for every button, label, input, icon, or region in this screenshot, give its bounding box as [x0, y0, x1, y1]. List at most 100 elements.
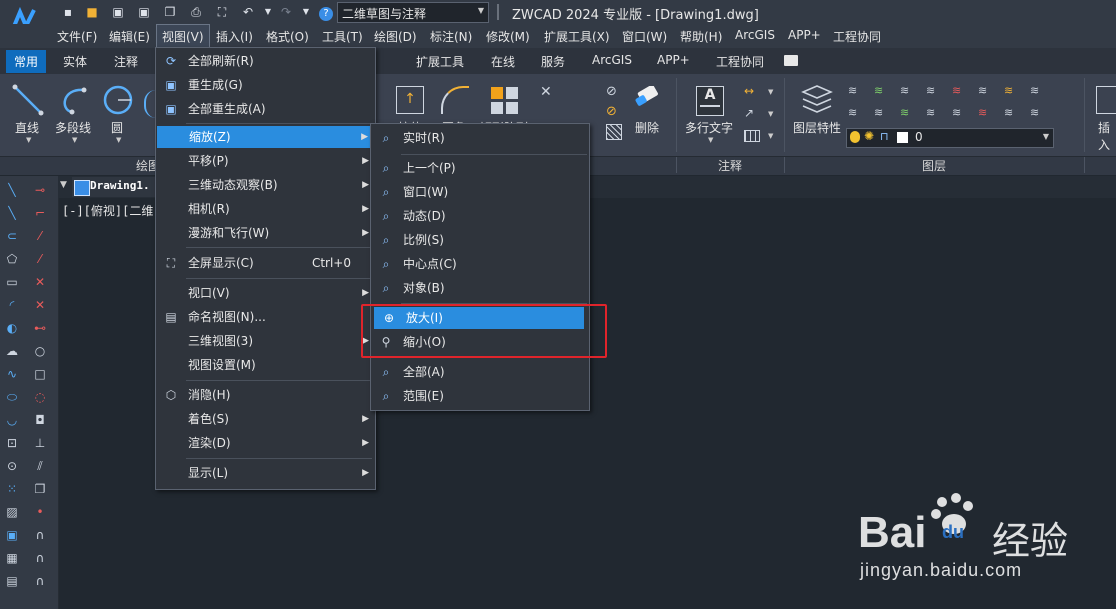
help-icon[interactable]: ? [318, 4, 334, 21]
table-icon[interactable] [744, 130, 760, 142]
polygon-icon[interactable]: ⬠ [2, 249, 22, 269]
layer-tool-icon[interactable]: ≋ [952, 84, 970, 100]
line-tool-icon[interactable] [12, 84, 44, 116]
point-icon[interactable]: ⁙ [2, 479, 22, 499]
layer-dropdown[interactable]: ✺ ⊓ 0 ▼ [846, 128, 1054, 148]
leader-icon[interactable]: ↗ [744, 106, 754, 120]
chevron-down-icon[interactable]: ▼ [298, 4, 314, 20]
layer-properties-label[interactable]: 图层特性 [793, 119, 841, 136]
polyline-button-label[interactable]: 多段线 [55, 119, 91, 136]
linear-dimension-icon[interactable]: ↔ [744, 84, 754, 98]
insert-block-icon[interactable] [1096, 86, 1116, 114]
zoom-extents[interactable]: ⌕ 范围(E) [371, 385, 589, 407]
fullscreen-icon[interactable]: ⛶ [214, 4, 230, 20]
magnet-icon[interactable]: ∩ [30, 525, 50, 545]
tab-extension[interactable]: 扩展工具 [416, 53, 464, 70]
viewport-label[interactable]: [-][俯视][二维 [62, 202, 153, 219]
view-menu-fullscreen[interactable]: ⛶ 全屏显示(C) Ctrl+0 [156, 252, 375, 274]
circle-tool-icon[interactable] [102, 84, 134, 116]
menu-file[interactable]: 文件(F) [57, 28, 97, 45]
layer-tool-icon[interactable]: ≋ [874, 84, 892, 100]
chevron-down-icon[interactable]: ▼ [768, 110, 773, 118]
revision-cloud-icon[interactable]: ☁ [2, 341, 22, 361]
view-menu-viewports[interactable]: 视口(V) ▶ [156, 282, 375, 304]
menu-help[interactable]: 帮助(H) [680, 28, 722, 45]
layer-tool-icon[interactable]: ≋ [1030, 106, 1048, 122]
chevron-down-icon[interactable]: ▼ [768, 132, 773, 140]
copy-icon[interactable]: ❐ [30, 479, 50, 499]
text-icon[interactable]: ▤ [2, 571, 22, 591]
zoom-center[interactable]: ⌕ 中心点(C) [371, 253, 589, 275]
mirror-icon[interactable]: ⊘ [606, 84, 617, 99]
rectangle-icon[interactable]: ▭ [2, 272, 22, 292]
view-menu-view-settings[interactable]: 视图设置(M) [156, 354, 375, 376]
menu-format[interactable]: 格式(O) [266, 28, 309, 45]
chevron-down-icon[interactable]: ▼ [260, 4, 276, 20]
view-menu-walk-fly[interactable]: 漫游和飞行(W) ▶ [156, 222, 375, 244]
hatch-icon[interactable] [606, 124, 622, 140]
chamfer-icon[interactable]: ◘ [30, 410, 50, 430]
view-menu-3d-views[interactable]: 三维视图(3) ▶ [156, 330, 375, 352]
mtext-icon[interactable]: A [696, 86, 724, 116]
open-folder-icon[interactable]: ■ [84, 4, 100, 20]
save-icon[interactable]: ▣ [110, 4, 126, 20]
save-as-icon[interactable]: ▣ [136, 4, 152, 20]
copy-icon[interactable]: ❐ [162, 4, 178, 20]
menu-window[interactable]: 窗口(W) [622, 28, 667, 45]
divide-icon[interactable]: ⁄ [30, 249, 50, 269]
menu-edit[interactable]: 编辑(E) [109, 28, 150, 45]
insert-block-icon[interactable]: ⊡ [2, 433, 22, 453]
hatch-icon[interactable]: ▨ [2, 502, 22, 522]
print-icon[interactable]: ⎙ [188, 4, 204, 20]
layer-tool-icon[interactable]: ≋ [952, 106, 970, 122]
view-menu-regen[interactable]: ▣ 重生成(G) [156, 74, 375, 96]
mtext-button-label[interactable]: 多行文字 [685, 119, 733, 136]
table-icon[interactable]: ▦ [2, 548, 22, 568]
stretch-tool-icon[interactable]: ↑ [396, 86, 424, 114]
erase-button-label[interactable]: 删除 [635, 119, 659, 136]
tab-solid[interactable]: 实体 [63, 53, 87, 70]
layer-tool-icon[interactable]: ≋ [900, 106, 918, 122]
make-block-icon[interactable]: ⊙ [2, 456, 22, 476]
arc-icon[interactable]: ◜ [2, 295, 22, 315]
square-icon[interactable]: □ [30, 364, 50, 384]
layer-tool-icon[interactable]: ≋ [1030, 84, 1048, 100]
polyline-tool-icon[interactable] [58, 84, 90, 116]
layer-tool-icon[interactable]: ≋ [848, 84, 866, 100]
menu-draw[interactable]: 绘图(D) [374, 28, 417, 45]
view-menu-shade[interactable]: 着色(S) ▶ [156, 408, 375, 430]
extend-icon[interactable]: ✕ [30, 295, 50, 315]
view-menu-pan[interactable]: 平移(P) ▶ [156, 150, 375, 172]
view-menu-refresh-all[interactable]: ⟳ 全部刷新(R) [156, 50, 375, 72]
chevron-down-icon[interactable]: ▼ [72, 136, 77, 144]
tab-collab[interactable]: 工程协同 [716, 53, 764, 70]
magnet-icon[interactable]: ∩ [30, 548, 50, 568]
view-menu-3d-orbit[interactable]: 三维动态观察(B) ▶ [156, 174, 375, 196]
zoom-scale[interactable]: ⌕ 比例(S) [371, 229, 589, 251]
layer-properties-icon[interactable] [800, 84, 834, 116]
zoom-realtime[interactable]: ⌕ 实时(R) [371, 127, 589, 149]
menu-modify[interactable]: 修改(M) [486, 28, 530, 45]
zoom-previous[interactable]: ⌕ 上一个(P) [371, 157, 589, 179]
ellipse-icon[interactable]: ⬭ [2, 387, 22, 407]
view-menu-hide[interactable]: ⬡ 消隐(H) [156, 384, 375, 406]
menu-collab[interactable]: 工程协同 [833, 28, 881, 45]
layer-tool-icon[interactable]: ≋ [978, 106, 996, 122]
menu-extension[interactable]: 扩展工具(X) [544, 28, 610, 45]
layer-tool-icon[interactable]: ≋ [874, 106, 892, 122]
ribbon-minimize-icon[interactable] [784, 55, 798, 66]
circle-icon[interactable]: ◐ [2, 318, 22, 338]
layer-tool-icon[interactable]: ≋ [926, 106, 944, 122]
zoom-dynamic[interactable]: ⌕ 动态(D) [371, 205, 589, 227]
new-file-icon[interactable]: ▪ [60, 4, 76, 20]
trim-icon[interactable]: ✕ [30, 272, 50, 292]
polyline-icon[interactable]: ⌐ [30, 203, 50, 223]
construction-line-icon[interactable]: ╲ [2, 203, 22, 223]
array-tool-icon[interactable] [490, 86, 520, 116]
node-icon[interactable]: • [30, 502, 50, 522]
magnet-icon[interactable]: ∩ [30, 571, 50, 591]
zoom-all[interactable]: ⌕ 全部(A) [371, 361, 589, 383]
spline-icon[interactable]: ∿ [2, 364, 22, 384]
view-menu-regen-all[interactable]: ▣ 全部重生成(A) [156, 98, 375, 120]
menu-arcgis[interactable]: ArcGIS [735, 28, 775, 42]
